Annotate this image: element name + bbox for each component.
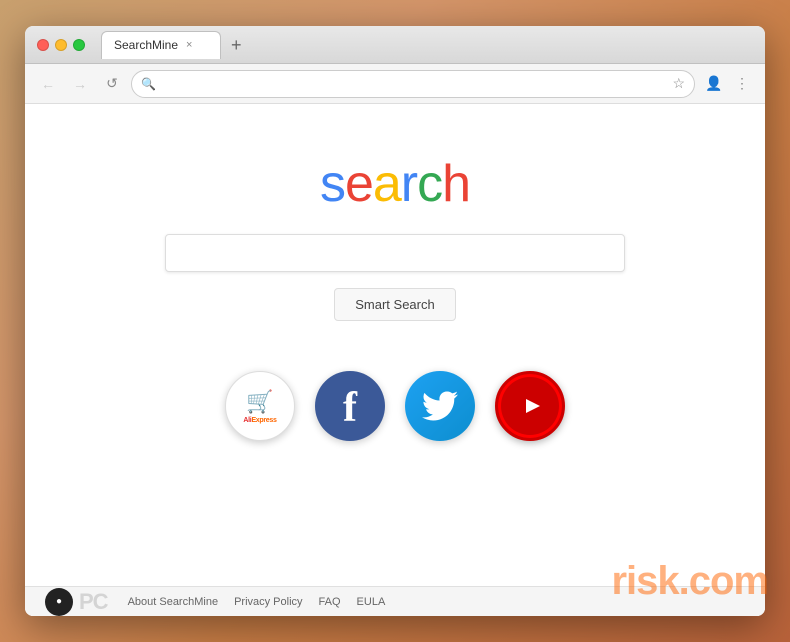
logo-letter-e: e <box>345 155 373 213</box>
aliexpress-inner: 🛒 AliExpress <box>243 389 276 424</box>
tab-area: SearchMine × + <box>101 31 753 59</box>
reload-button[interactable]: ↺ <box>99 71 125 97</box>
search-box-wrapper <box>165 234 625 272</box>
logo-letter-c: c <box>417 155 442 213</box>
privacy-link[interactable]: Privacy Policy <box>234 596 302 608</box>
aliexpress-label: AliExpress <box>243 417 276 424</box>
youtube-icon[interactable] <box>495 371 565 441</box>
twitter-bird-icon <box>422 391 458 421</box>
menu-icon: ⋮ <box>735 75 749 92</box>
search-logo: search <box>320 154 470 214</box>
youtube-play-icon <box>514 394 546 418</box>
pclogo-circle: ● <box>45 588 73 616</box>
smart-search-button[interactable]: Smart Search <box>334 288 455 321</box>
facebook-icon[interactable]: f <box>315 371 385 441</box>
page-footer: ● PC About SearchMine Privacy Policy FAQ… <box>25 586 765 616</box>
twitter-icon[interactable] <box>405 371 475 441</box>
traffic-lights <box>37 39 85 51</box>
title-bar: SearchMine × + <box>25 26 765 64</box>
aliexpress-icon[interactable]: 🛒 AliExpress <box>225 371 295 441</box>
forward-icon: → <box>73 76 87 92</box>
new-tab-button[interactable]: + <box>225 34 248 56</box>
profile-button[interactable]: 👤 <box>701 71 727 97</box>
social-icons-row: 🛒 AliExpress f <box>225 371 565 441</box>
nav-right-icons: 👤 ⋮ <box>701 71 755 97</box>
logo-letter-r: r <box>401 155 417 213</box>
menu-button[interactable]: ⋮ <box>729 71 755 97</box>
faq-link[interactable]: FAQ <box>319 596 341 608</box>
reload-icon: ↺ <box>106 75 118 92</box>
browser-window: SearchMine × + ← → ↺ 🔍 ☆ 👤 ⋮ <box>25 26 765 616</box>
minimize-button[interactable] <box>55 39 67 51</box>
search-input[interactable] <box>165 234 625 272</box>
profile-icon: 👤 <box>705 75 722 92</box>
logo-letter-a: a <box>373 155 401 213</box>
pclogo-area: ● PC <box>45 588 108 616</box>
pclogo-text: ● <box>56 596 62 607</box>
url-input[interactable] <box>131 70 695 98</box>
tab-close-icon[interactable]: × <box>186 39 192 51</box>
tab-label: SearchMine <box>114 38 178 52</box>
eula-link[interactable]: EULA <box>357 596 386 608</box>
back-icon: ← <box>41 76 55 92</box>
forward-button[interactable]: → <box>67 71 93 97</box>
url-search-icon: 🔍 <box>141 77 156 91</box>
nav-bar: ← → ↺ 🔍 ☆ 👤 ⋮ <box>25 64 765 104</box>
maximize-button[interactable] <box>73 39 85 51</box>
logo-letter-h: h <box>442 155 470 213</box>
facebook-letter: f <box>343 387 357 429</box>
url-bar-wrapper: 🔍 ☆ <box>131 70 695 98</box>
pcrisk-watermark: PC <box>79 589 108 615</box>
footer-links: About SearchMine Privacy Policy FAQ EULA <box>128 596 386 608</box>
close-button[interactable] <box>37 39 49 51</box>
about-link[interactable]: About SearchMine <box>128 596 219 608</box>
logo-letter-s: s <box>320 155 345 213</box>
active-tab[interactable]: SearchMine × <box>101 31 221 59</box>
bookmark-icon[interactable]: ☆ <box>672 75 685 92</box>
back-button[interactable]: ← <box>35 71 61 97</box>
page-content: search Smart Search 🛒 AliExpress f <box>25 104 765 616</box>
aliexpress-cart-icon: 🛒 <box>246 389 273 415</box>
